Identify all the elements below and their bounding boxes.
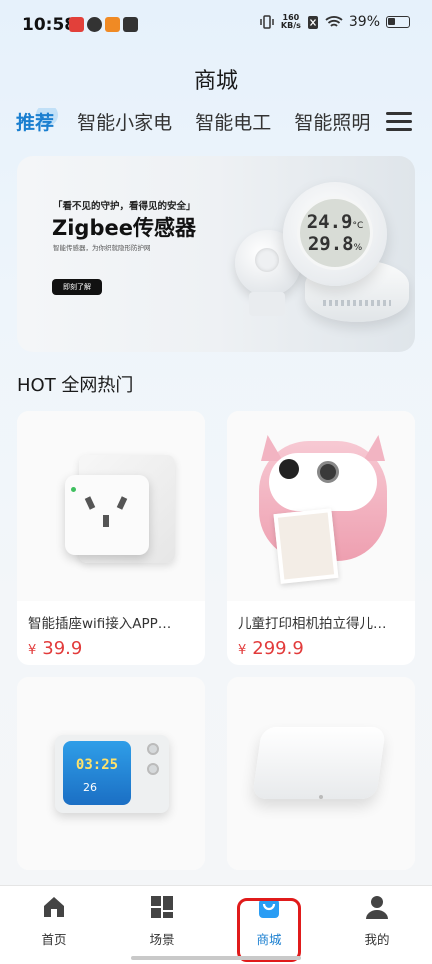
banner-learn-more-button[interactable]: 即刻了解: [52, 279, 102, 295]
nav-home[interactable]: 首页: [14, 894, 94, 948]
menu-icon[interactable]: [386, 112, 412, 134]
network-speed: 160 KB/s: [281, 14, 301, 30]
product-card[interactable]: 智能插座wifi接入APP… ¥39.9: [17, 411, 205, 665]
kids-camera-image: [227, 411, 415, 601]
smart-plug-image: [17, 411, 205, 601]
product-card[interactable]: 03:25 26: [17, 677, 205, 870]
category-tabs: 推荐 智能小家电 智能电工 智能照明: [16, 108, 380, 142]
speed-unit: KB/s: [280, 21, 301, 30]
product-price: ¥39.9: [28, 638, 82, 659]
app-notification-icon: [69, 17, 84, 32]
product-card[interactable]: [227, 677, 415, 870]
nav-home-label: 首页: [41, 932, 67, 947]
lcd-temperature-unit: °C: [352, 221, 364, 231]
status-time: 10:58: [22, 15, 77, 35]
app-notification-icon: [87, 17, 102, 32]
banner-tagline: 「看不见的守护，看得见的安全」: [53, 201, 196, 212]
home-icon: [44, 897, 64, 917]
tab-recommend[interactable]: 推荐: [16, 108, 59, 135]
smart-gateway-image: [227, 677, 415, 870]
price-value: 299.9: [252, 638, 304, 659]
tab-small-appliances[interactable]: 智能小家电: [77, 108, 172, 135]
grid-icon: [151, 896, 173, 918]
motion-sensor-base: [249, 292, 285, 316]
battery-percent: 39%: [348, 14, 380, 30]
lcd-humidity-unit: %: [353, 243, 363, 253]
nav-scene-label: 场景: [149, 932, 175, 947]
home-indicator[interactable]: [131, 956, 301, 960]
bottom-nav: 首页 场景 商城 我的: [0, 885, 432, 964]
app-notification-icon: [105, 17, 120, 32]
status-bar: 10:58 160 KB/s 39%: [0, 0, 432, 52]
wifi-icon: [325, 16, 343, 27]
promo-banner[interactable]: 「看不见的守护，看得见的安全」 Zigbee传感器 智能传感器，为你织就隐形防护…: [17, 156, 415, 352]
lcd-humidity: 29.8: [307, 233, 354, 255]
currency-symbol: ¥: [238, 643, 247, 658]
retro-tv-clock-image: 03:25 26: [17, 677, 205, 870]
sim-off-icon: [307, 15, 318, 29]
battery-icon: [386, 16, 410, 28]
nav-profile[interactable]: 我的: [337, 894, 417, 948]
banner-title: Zigbee传感器: [52, 216, 196, 240]
tab-lighting[interactable]: 智能照明: [294, 108, 370, 135]
product-price: ¥299.9: [238, 638, 304, 659]
page-title: 商城: [193, 69, 238, 94]
clock-temperature: 26: [83, 781, 97, 794]
selection-highlight: [237, 898, 301, 962]
nav-profile-label: 我的: [364, 932, 390, 947]
product-name: 儿童打印相机拍立得儿…: [238, 616, 387, 632]
vibrate-icon: [260, 15, 274, 29]
product-card[interactable]: 儿童打印相机拍立得儿… ¥299.9: [227, 411, 415, 665]
person-icon: [366, 896, 388, 919]
price-value: 39.9: [42, 638, 83, 659]
mail-notification-icon: [123, 17, 138, 32]
tab-electrical[interactable]: 智能电工: [195, 108, 271, 135]
sensor-lcd: 24.9°C 29.8%: [297, 196, 373, 270]
banner-subtitle: 智能传感器，为你织就隐形防护网: [53, 244, 151, 252]
thermo-hygrometer-image: 24.9°C 29.8%: [283, 182, 387, 286]
clock-time: 03:25: [75, 757, 119, 773]
product-name: 智能插座wifi接入APP…: [28, 616, 172, 632]
section-title: HOT 全网热门: [17, 375, 134, 396]
currency-symbol: ¥: [28, 643, 37, 658]
lcd-temperature: 24.9: [306, 211, 353, 233]
nav-scene[interactable]: 场景: [122, 894, 202, 948]
